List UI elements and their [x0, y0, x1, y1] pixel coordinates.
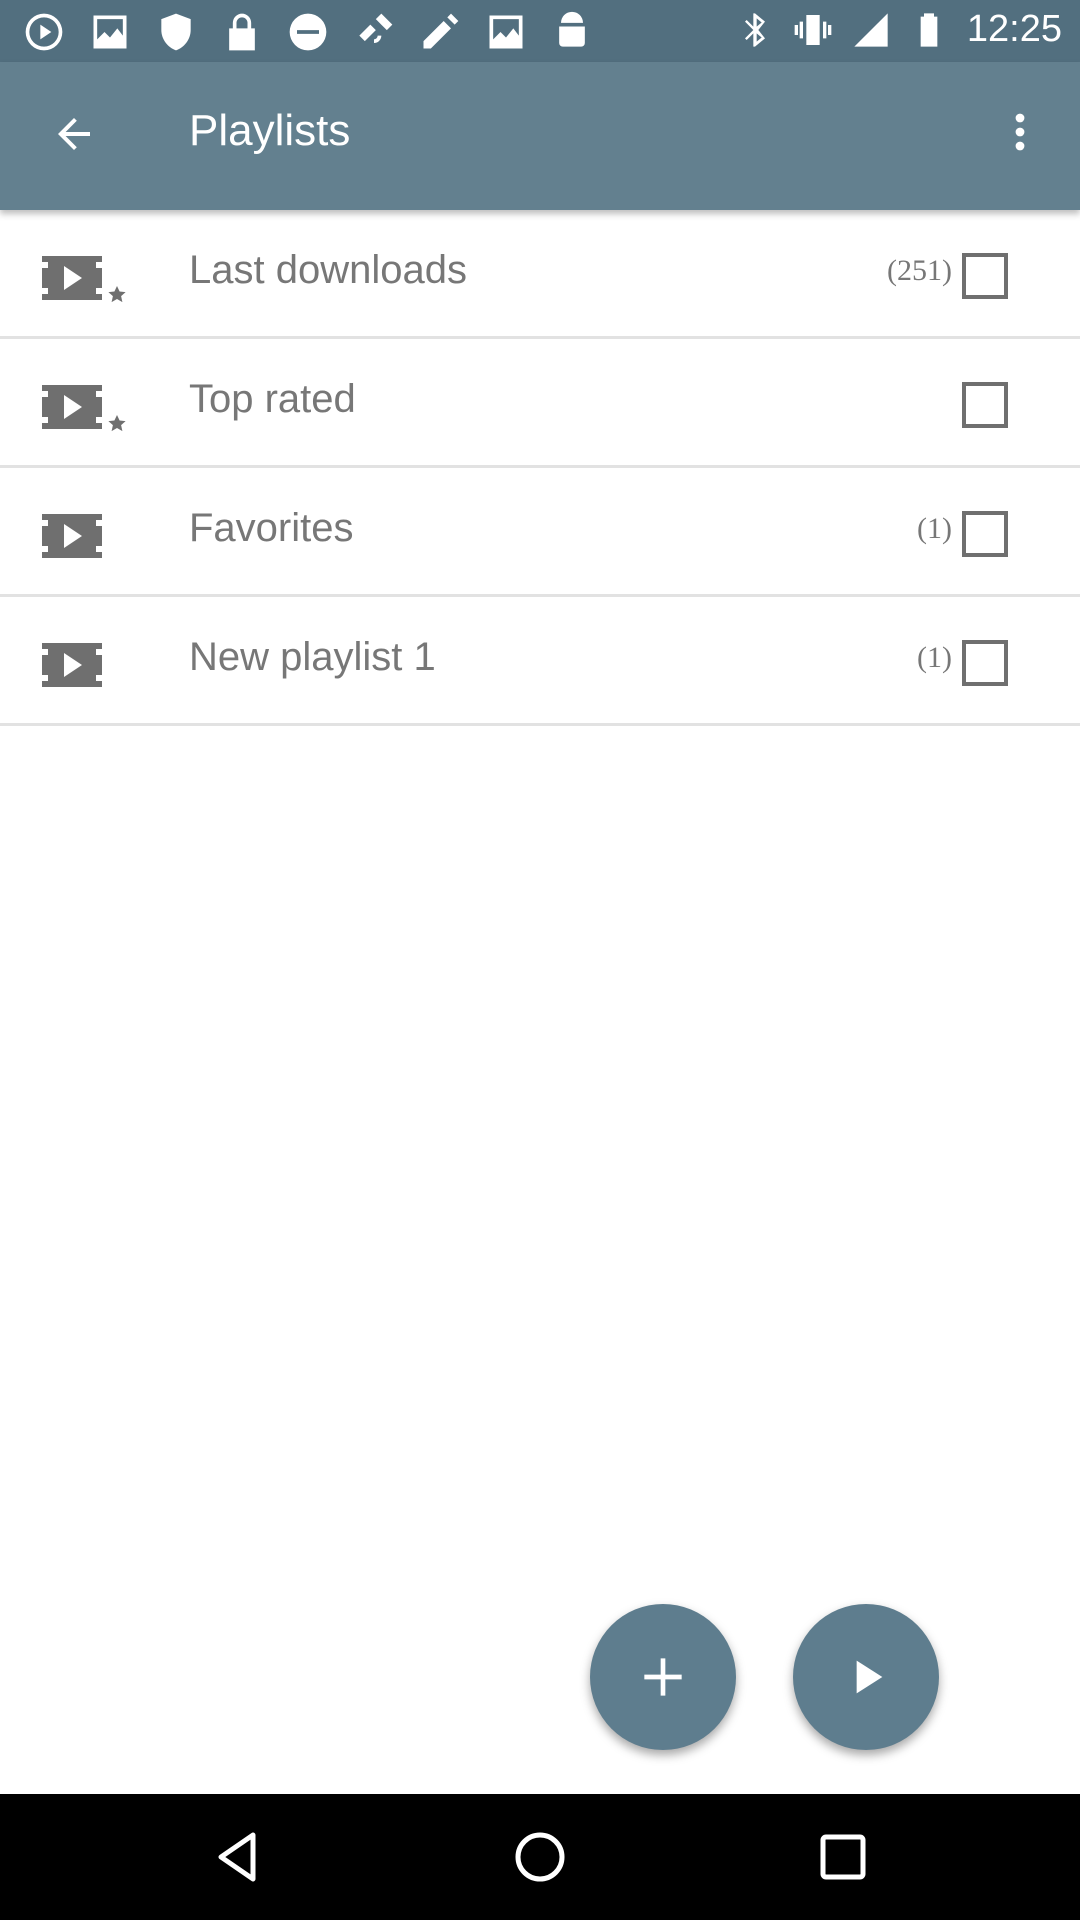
- nav-back-button[interactable]: [202, 1822, 272, 1892]
- more-options-button[interactable]: [988, 100, 1052, 164]
- video-star-icon: [40, 250, 130, 308]
- video-star-icon: [40, 379, 130, 437]
- playlist-label: New playlist 1: [189, 635, 436, 679]
- playlist-count: (1): [917, 512, 952, 545]
- vibrate-icon: [794, 14, 832, 45]
- playlist-list: Last downloads (251) Top rated Favorites…: [0, 210, 1080, 726]
- satellite-fake-gps-icon: [359, 13, 393, 43]
- more-vert-icon: [1015, 113, 1025, 151]
- app-bar: Playlists: [0, 62, 1080, 210]
- playlist-row-favorites[interactable]: Favorites (1): [0, 468, 1080, 597]
- arrow-back-icon: [58, 118, 90, 150]
- playlist-checkbox[interactable]: [962, 511, 1008, 557]
- status-time: 12:25: [966, 8, 1062, 50]
- nav-recents-button[interactable]: [808, 1822, 878, 1892]
- status-bar: 12:25: [0, 0, 1080, 62]
- playlist-count: (251): [887, 254, 952, 287]
- play-icon: [856, 1660, 883, 1694]
- playlist-checkbox[interactable]: [962, 640, 1008, 686]
- shield-icon: [161, 13, 191, 51]
- battery-icon: [920, 12, 938, 47]
- status-icons-right: 12:25: [735, 8, 1062, 51]
- add-playlist-button[interactable]: [590, 1604, 736, 1750]
- playlist-label: Favorites: [189, 506, 354, 550]
- play-circle-icon: [25, 13, 63, 51]
- nav-back-icon: [218, 1832, 256, 1882]
- bluetooth-icon: [744, 12, 765, 47]
- status-icons-left: [22, 10, 594, 54]
- playlist-checkbox[interactable]: [962, 253, 1008, 299]
- playlist-label: Last downloads: [189, 248, 467, 292]
- play-button[interactable]: [793, 1604, 939, 1750]
- nav-home-icon: [515, 1832, 565, 1882]
- image-icon: [93, 15, 127, 49]
- signal-icon: [854, 12, 888, 47]
- edit-icon: [423, 13, 459, 49]
- plus-icon: [644, 1658, 682, 1696]
- block-icon: [289, 13, 327, 51]
- nav-recents-icon: [820, 1834, 866, 1880]
- android-icon: [559, 11, 585, 47]
- playlist-checkbox[interactable]: [962, 382, 1008, 428]
- playlist-label: Top rated: [189, 377, 356, 421]
- lock-icon: [229, 13, 255, 51]
- video-icon: [40, 637, 130, 695]
- page-title: Playlists: [189, 106, 351, 155]
- playlist-count: (1): [917, 641, 952, 674]
- playlist-row-top-rated[interactable]: Top rated: [0, 339, 1080, 468]
- image-icon: [489, 15, 523, 49]
- nav-home-button[interactable]: [505, 1822, 575, 1892]
- back-button[interactable]: [42, 102, 106, 166]
- navigation-bar: [0, 1794, 1080, 1920]
- video-icon: [40, 508, 130, 566]
- playlist-row-new-playlist-1[interactable]: New playlist 1 (1): [0, 597, 1080, 726]
- playlist-row-last-downloads[interactable]: Last downloads (251): [0, 210, 1080, 339]
- screen: 12:25 Playlists Last downloads (251) Top…: [0, 0, 1080, 1920]
